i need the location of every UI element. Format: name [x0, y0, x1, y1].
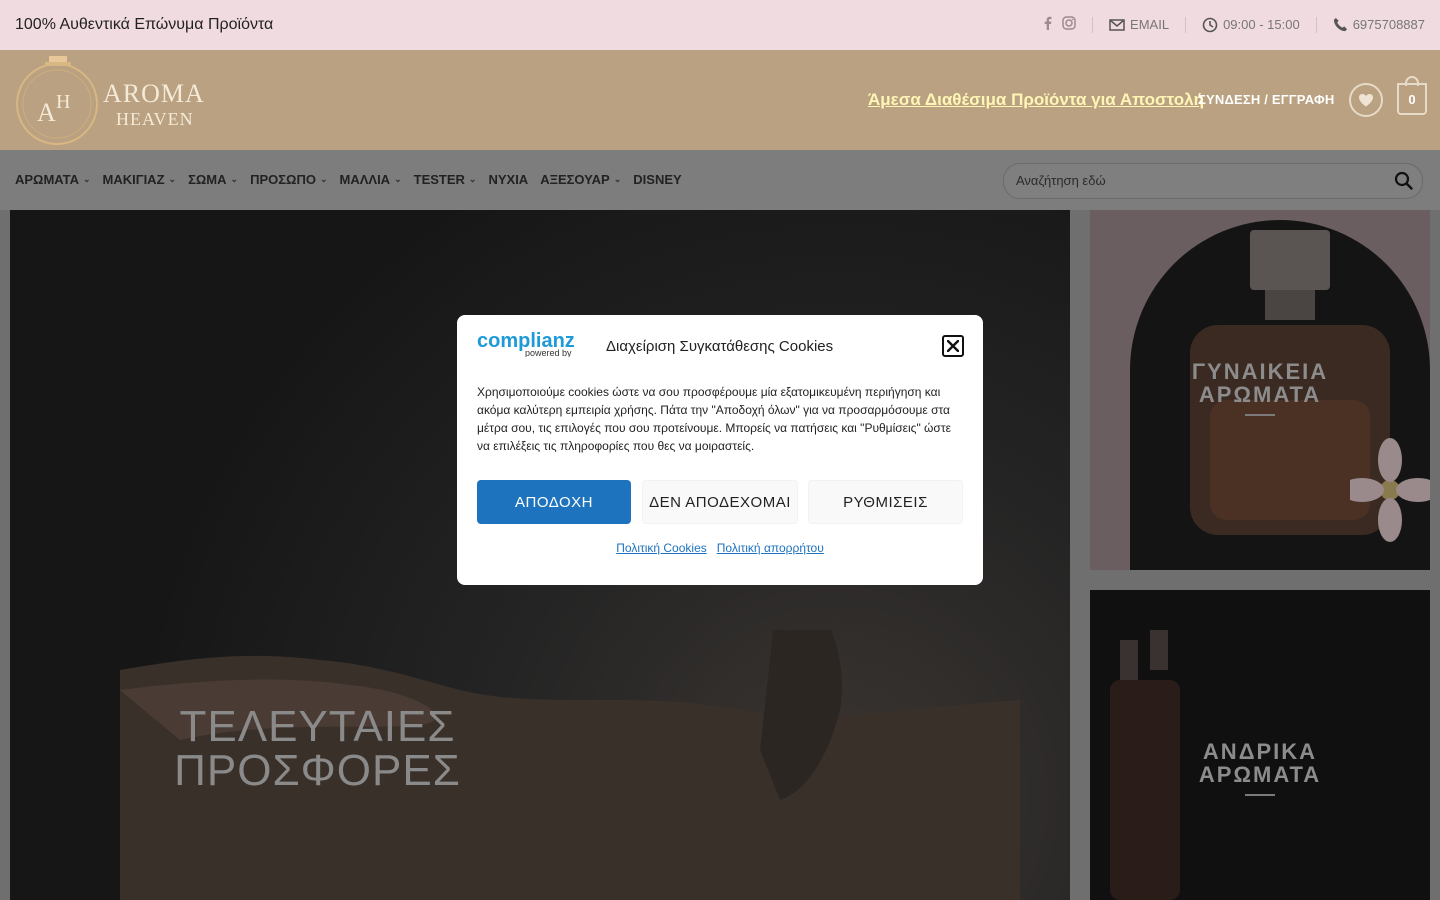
accept-button[interactable]: ΑΠΟΔΟΧΗ — [477, 480, 631, 524]
close-button[interactable] — [942, 335, 964, 357]
clock-icon — [1202, 17, 1218, 32]
cart-count: 0 — [1408, 91, 1416, 107]
nav-item-disney[interactable]: DISNEY — [633, 172, 681, 187]
brand-tagline: powered by — [525, 348, 572, 357]
instagram-icon[interactable] — [1062, 16, 1076, 33]
available-products-link[interactable]: Άμεσα Διαθέσιμα Προϊόντα για Αποστολή — [868, 90, 1204, 110]
banner-underline — [1245, 794, 1275, 796]
heart-icon — [1359, 94, 1373, 107]
chevron-down-icon: ⌄ — [613, 174, 622, 184]
nav-item-label: ΠΡΟΣΩΠΟ — [250, 172, 316, 187]
nav-item-label: ΜΑΚΙΓΙΑΖ — [102, 172, 165, 187]
envelope-icon — [1109, 18, 1125, 31]
divider — [1092, 16, 1094, 33]
banner-underline — [1245, 414, 1275, 416]
promo-text: 100% Αυθεντικά Επώνυμα Προϊόντα — [15, 16, 274, 33]
womens-fragrances-title: ΓΥΝΑΙΚΕΙΑ ΑΡΩΜΑΤΑ — [1090, 360, 1430, 406]
mens-fragrances-title: ΑΝΔΡΙΚΑ ΑΡΩΜΑΤΑ — [1090, 740, 1430, 786]
cookie-policy-link[interactable]: Πολιτική Cookies — [616, 541, 707, 555]
facebook-icon[interactable] — [1044, 16, 1052, 33]
nav-item-soma[interactable]: ΣΩΜΑ ⌄ — [188, 172, 238, 187]
nav-item-label: DISNEY — [633, 172, 682, 187]
chevron-down-icon: ⌄ — [394, 174, 402, 184]
email-label: EMAIL — [1130, 17, 1170, 32]
hero-title: ΤΕΛΕΥΤΑΙΕΣ ΠΡΟΣΦΟΡΕΣ — [170, 705, 465, 793]
search-icon[interactable] — [1394, 171, 1414, 196]
search-box — [1003, 163, 1423, 199]
phone-icon — [1333, 17, 1347, 32]
complianz-logo: complianz powered by — [477, 330, 575, 357]
nav-item-label: ΑΞΕΣΟΥΑΡ — [540, 172, 610, 187]
main-navigation: ΑΡΩΜΑΤΑ ⌄ ΜΑΚΙΓΙΑΖ ⌄ ΣΩΜΑ ⌄ ΠΡΟΣΩΠΟ ⌄ ΜΑΛΛΙΑ… — [0, 150, 1440, 210]
search-input[interactable] — [1014, 172, 1388, 189]
site-logo[interactable]: A H AROMA HEAVEN — [15, 56, 225, 146]
banner-title-line1: ΓΥΝΑΙΚΕΙΑ — [1191, 359, 1329, 384]
hero-title-line2: ΠΡΟΣΦΟΡΕΣ — [174, 746, 461, 795]
opening-hours: 09:00 - 15:00 — [1202, 17, 1300, 33]
nav-item-tester[interactable]: TESTER ⌄ — [414, 172, 477, 187]
hero-title-line1: ΤΕΛΕΥΤΑΙΕΣ — [179, 702, 456, 751]
banner-title-line1: ΑΝΔΡΙΚΑ — [1202, 739, 1318, 764]
logo-monogram-left: A — [37, 98, 56, 127]
mens-fragrances-banner[interactable]: ΑΝΔΡΙΚΑ ΑΡΩΜΑΤΑ — [1090, 590, 1430, 900]
modal-body-text: Χρησιμοποιούμε cookies ώστε να σου προσφ… — [477, 385, 951, 453]
wishlist-button[interactable] — [1349, 83, 1383, 117]
womens-fragrances-banner[interactable]: ΓΥΝΑΙΚΕΙΑ ΑΡΩΜΑΤΑ — [1090, 210, 1430, 570]
chevron-down-icon: ⌄ — [230, 174, 239, 184]
email-link[interactable]: EMAIL — [1109, 17, 1169, 32]
phone-link[interactable]: 6975708887 — [1333, 17, 1425, 32]
chevron-down-icon: ⌄ — [82, 174, 91, 184]
divider — [1185, 16, 1187, 33]
top-bar: 100% Αυθεντικά Επώνυμα Προϊόντα EMAIL 09… — [0, 0, 1440, 50]
logo-wordmark-top: AROMA — [103, 79, 205, 108]
chevron-down-icon: ⌄ — [319, 174, 328, 184]
hours-text: 09:00 - 15:00 — [1223, 17, 1300, 32]
flower-image — [1350, 438, 1430, 542]
phone-number: 6975708887 — [1352, 17, 1425, 32]
nav-item-label: ΣΩΜΑ — [188, 172, 227, 187]
nav-item-nychia[interactable]: ΝΥΧΙΑ — [488, 172, 528, 187]
banner-title-line2: ΑΡΩΜΑΤΑ — [1198, 382, 1322, 407]
nav-item-aksesouar[interactable]: ΑΞΕΣΟΥΑΡ ⌄ — [540, 172, 621, 187]
divider — [1315, 16, 1317, 33]
top-bar-contacts: EMAIL 09:00 - 15:00 6975708887 — [1044, 16, 1425, 33]
cart-button[interactable]: 0 — [1397, 76, 1427, 115]
banner-title-line2: ΑΡΩΜΑΤΑ — [1198, 762, 1322, 787]
chevron-down-icon: ⌄ — [168, 174, 177, 184]
logo-wordmark-bottom: HEAVEN — [116, 109, 194, 129]
logo-monogram-right: H — [56, 91, 70, 113]
policy-links: Πολιτική Cookies Πολιτική απορρήτου — [457, 541, 983, 555]
nav-item-mallia[interactable]: ΜΑΛΛΙΑ ⌄ — [340, 172, 402, 187]
nav-item-makigiaz[interactable]: ΜΑΚΙΓΙΑΖ ⌄ — [103, 172, 177, 187]
close-icon — [947, 340, 959, 352]
nav-item-prosopo[interactable]: ΠΡΟΣΩΠΟ ⌄ — [250, 172, 327, 187]
nav-item-label: TESTER — [413, 172, 465, 187]
settings-button[interactable]: ΡΥΘΜΙΣΕΙΣ — [808, 480, 963, 524]
nav-item-aromata[interactable]: ΑΡΩΜΑΤΑ ⌄ — [15, 172, 91, 187]
login-register-link[interactable]: ΣΥΝΔΕΣΗ / ΕΓΓΡΑΦΗ — [1198, 92, 1334, 107]
nav-menu: ΑΡΩΜΑΤΑ ⌄ ΜΑΚΙΓΙΑΖ ⌄ ΣΩΜΑ ⌄ ΠΡΟΣΩΠΟ ⌄ ΜΑΛΛΙΑ… — [15, 172, 682, 187]
privacy-policy-link[interactable]: Πολιτική απορρήτου — [717, 541, 824, 555]
cookie-consent-modal: complianz powered by Διαχείριση Συγκατάθ… — [457, 315, 983, 585]
modal-title: Διαχείριση Συγκατάθεσης Cookies — [606, 338, 834, 355]
chevron-down-icon: ⌄ — [468, 174, 477, 184]
site-header: A H AROMA HEAVEN Άμεσα Διαθέσιμα Προϊόντ… — [0, 50, 1440, 150]
nav-item-label: ΑΡΩΜΑΤΑ — [15, 172, 79, 187]
deny-button[interactable]: ΔΕΝ ΑΠΟΔΕΧΟΜΑΙ — [642, 480, 798, 524]
nav-item-label: ΝΥΧΙΑ — [488, 172, 529, 187]
nav-item-label: ΜΑΛΛΙΑ — [339, 172, 391, 187]
